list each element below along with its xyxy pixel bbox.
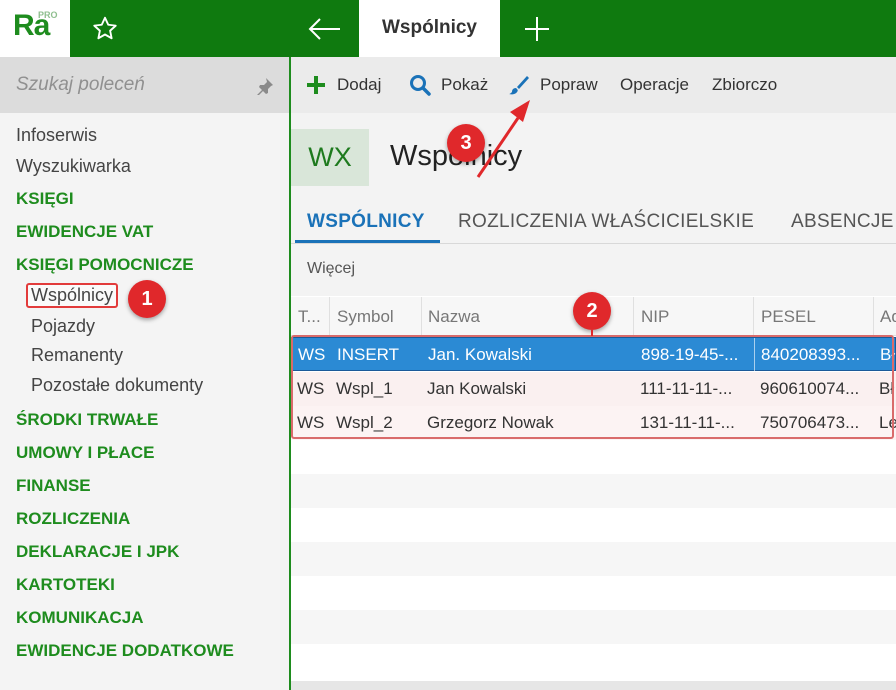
sidebar-section-ewidencje-dodatkowe[interactable]: EWIDENCJE DODATKOWE <box>16 641 234 661</box>
sidebar-section-ksiegi-pomocnicze[interactable]: KSIĘGI POMOCNICZE <box>16 255 194 275</box>
table-row[interactable]: WS INSERT Jan. Kowalski 898-19-45-... 84… <box>291 337 896 372</box>
tab-absencje[interactable]: ABSENCJE <box>791 211 894 233</box>
tab-rozliczenia-wlascicielskie[interactable]: ROZLICZENIA WŁAŚCICIELSKIE <box>458 211 754 233</box>
brush-icon <box>509 76 529 95</box>
empty-row <box>291 576 896 610</box>
sidebar-item-pojazdy[interactable]: Pojazdy <box>31 316 95 337</box>
cell-name: Grzegorz Nowak <box>427 413 554 432</box>
column-header-type[interactable]: T... <box>298 307 321 327</box>
tab-wspolnicy[interactable]: Wspólnicy <box>359 0 500 57</box>
column-divider <box>873 297 874 335</box>
add-button[interactable]: Dodaj <box>305 73 381 97</box>
cell-nip: 131-11-11-... <box>640 413 735 432</box>
annotation-badge-3: 3 <box>447 124 485 162</box>
sidebar-section-komunikacja[interactable]: KOMUNIKACJA <box>16 608 144 628</box>
sidebar-item-wyszukiwarka[interactable]: Wyszukiwarka <box>16 156 131 177</box>
sidebar: Infoserwis Wyszukiwarka KSIĘGI EWIDENCJE… <box>0 57 289 690</box>
edit-button-label: Popraw <box>540 75 598 94</box>
operations-button[interactable]: Operacje <box>620 73 689 97</box>
sidebar-section-ewidencje-vat[interactable]: EWIDENCJE VAT <box>16 222 153 242</box>
cell-name: Jan Kowalski <box>427 379 527 398</box>
cell-symbol: INSERT <box>337 345 400 364</box>
cell-address: Le <box>879 413 896 432</box>
cell-pesel: 750706473... <box>760 413 860 432</box>
column-divider <box>753 297 754 335</box>
empty-row <box>291 610 896 644</box>
column-divider <box>329 297 330 335</box>
cell-pesel: 960610074... <box>760 379 860 398</box>
sidebar-item-remanenty[interactable]: Remanenty <box>31 345 123 366</box>
sidebar-item-wspolnicy[interactable]: Wspólnicy <box>26 283 119 308</box>
plus-icon <box>307 76 325 94</box>
tab-strip: WSPÓLNICY ROZLICZENIA WŁAŚCICIELSKIE ABS… <box>291 203 896 244</box>
cell-nip: 898-19-45-... <box>641 345 739 364</box>
main-panel: Dodaj Pokaż Popraw Operacje Zbiorczo WX … <box>291 57 896 690</box>
more-filters-link[interactable]: Więcej <box>307 260 355 278</box>
table-row[interactable]: WS Wspl_2 Grzegorz Nowak 131-11-11-... 7… <box>291 406 896 440</box>
cell-name: Jan. Kowalski <box>428 345 532 364</box>
sidebar-section-finanse[interactable]: FINANSE <box>16 476 91 496</box>
cell-type: WS <box>297 413 325 432</box>
column-header-nip[interactable]: NIP <box>641 307 669 327</box>
command-search-input[interactable] <box>16 73 236 97</box>
empty-row <box>291 542 896 576</box>
top-bar: Ra PRO Wspólnicy <box>0 0 896 57</box>
command-search <box>0 57 289 113</box>
sidebar-section-srodki-trwale[interactable]: ŚRODKI TRWAŁE <box>16 410 158 430</box>
active-tab-indicator <box>295 240 440 243</box>
annotation-badge-1: 1 <box>128 280 166 318</box>
new-tab-plus-icon[interactable] <box>522 14 552 44</box>
sidebar-section-deklaracje-i-jpk[interactable]: DEKLARACJE I JPK <box>16 542 179 562</box>
column-header-symbol[interactable]: Symbol <box>337 307 394 327</box>
cell-address: Bł <box>879 379 895 398</box>
annotation-badge-2: 2 <box>573 292 611 330</box>
cell-address: Bł <box>880 345 896 364</box>
cell-symbol: Wspl_1 <box>336 379 393 398</box>
cell-divider <box>754 338 755 372</box>
show-button[interactable]: Pokaż <box>409 73 488 97</box>
table-row[interactable]: WS Wspl_1 Jan Kowalski 111-11-11-... 960… <box>291 372 896 406</box>
cell-pesel: 840208393... <box>761 345 861 364</box>
horizontal-scrollbar[interactable] <box>291 681 896 690</box>
tab-wspolnicy-list[interactable]: WSPÓLNICY <box>307 211 425 233</box>
page-header: WX Wspólnicy <box>291 113 896 203</box>
tab-label: Wspólnicy <box>381 17 477 38</box>
pin-icon[interactable] <box>256 77 274 96</box>
cell-type: WS <box>298 345 326 364</box>
sidebar-section-umowy-i-place[interactable]: UMOWY I PŁACE <box>16 443 155 463</box>
column-header-address[interactable]: Ad <box>880 307 896 327</box>
cell-symbol: Wspl_2 <box>336 413 393 432</box>
edit-button[interactable]: Popraw <box>508 73 598 97</box>
filter-row: Więcej <box>291 244 896 296</box>
back-arrow-icon[interactable] <box>306 14 342 44</box>
empty-row <box>291 474 896 508</box>
app-logo: Ra PRO <box>0 0 70 57</box>
logo-pro-badge: PRO <box>38 10 58 20</box>
module-badge: WX <box>291 129 369 186</box>
empty-row <box>291 508 896 542</box>
sidebar-section-ksiegi[interactable]: KSIĘGI <box>16 189 74 209</box>
column-header-name[interactable]: Nazwa <box>428 307 480 327</box>
cell-type: WS <box>297 379 325 398</box>
sidebar-section-kartoteki[interactable]: KARTOTEKI <box>16 575 115 595</box>
bulk-button[interactable]: Zbiorczo <box>712 73 777 97</box>
add-button-label: Dodaj <box>337 75 382 94</box>
empty-row <box>291 440 896 474</box>
column-divider <box>421 297 422 335</box>
sidebar-item-infoserwis[interactable]: Infoserwis <box>16 125 97 146</box>
favorite-star-icon[interactable] <box>90 14 120 44</box>
sidebar-section-rozliczenia[interactable]: ROZLICZENIA <box>16 509 130 529</box>
cell-nip: 111-11-11-... <box>640 379 733 398</box>
empty-row <box>291 644 896 678</box>
sidebar-item-pozostale-dokumenty[interactable]: Pozostałe dokumenty <box>31 375 203 396</box>
bulk-button-label: Zbiorczo <box>712 75 778 94</box>
show-button-label: Pokaż <box>441 75 489 94</box>
operations-button-label: Operacje <box>620 75 689 94</box>
search-icon <box>410 75 431 96</box>
column-divider <box>633 297 634 335</box>
toolbar: Dodaj Pokaż Popraw Operacje Zbiorczo <box>291 57 896 113</box>
column-header-pesel[interactable]: PESEL <box>761 307 816 327</box>
